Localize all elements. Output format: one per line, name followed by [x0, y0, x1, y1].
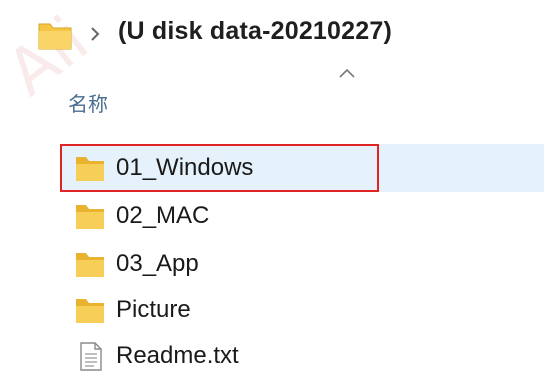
- file-explorer-window: Ali (U disk data-20210227) 名称 01_Windows…: [0, 0, 544, 374]
- text-file-icon: [80, 342, 102, 371]
- file-name: 02_MAC: [116, 202, 210, 229]
- list-item[interactable]: 03_App: [62, 240, 544, 288]
- list-item[interactable]: Picture: [62, 286, 544, 334]
- chevron-right-icon[interactable]: [88, 24, 102, 44]
- address-bar[interactable]: (U disk data-20210227): [0, 0, 544, 68]
- folder-icon: [76, 253, 104, 277]
- sort-ascending-icon: [339, 68, 355, 78]
- file-name: Picture: [116, 296, 191, 323]
- file-name: Readme.txt: [116, 342, 239, 369]
- folder-icon: [76, 299, 104, 323]
- list-item[interactable]: 02_MAC: [62, 192, 544, 240]
- column-header-name[interactable]: 名称: [68, 88, 108, 117]
- list-item[interactable]: Readme.txt: [62, 332, 544, 374]
- folder-icon: [76, 157, 104, 181]
- file-name: 03_App: [116, 250, 199, 277]
- file-name: 01_Windows: [116, 154, 254, 181]
- folder-icon: [76, 205, 104, 229]
- folder-icon: [38, 23, 72, 50]
- breadcrumb-path[interactable]: (U disk data-20210227): [118, 17, 392, 46]
- list-item[interactable]: 01_Windows: [62, 144, 544, 192]
